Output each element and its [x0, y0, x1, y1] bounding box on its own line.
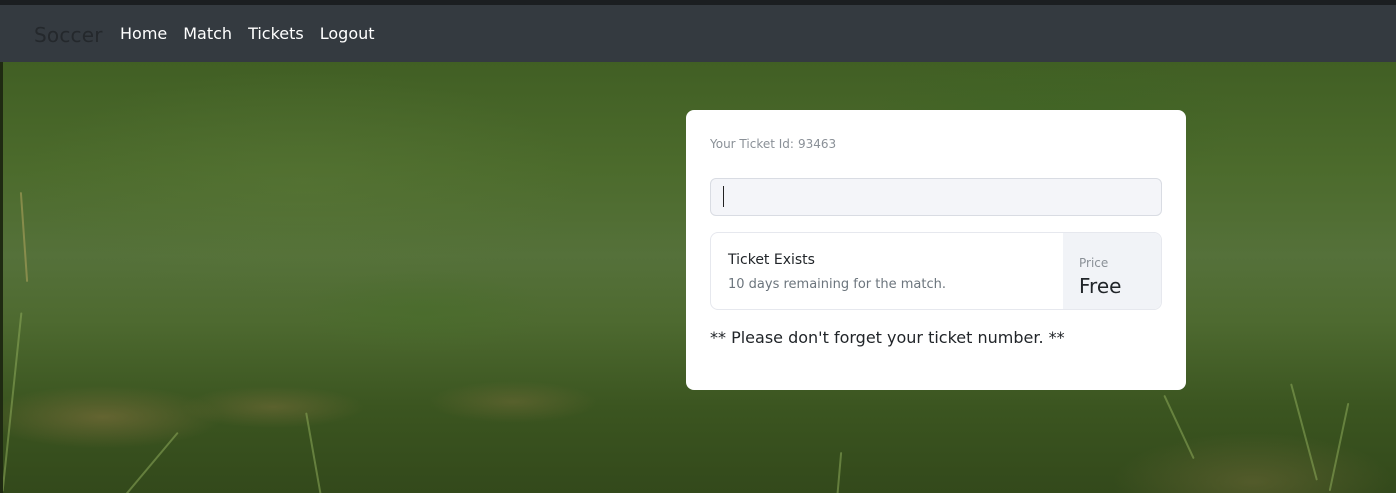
- grass-blade: [3, 312, 23, 492]
- nav-link-home[interactable]: Home: [120, 24, 167, 43]
- nav-link-logout[interactable]: Logout: [320, 24, 375, 43]
- ticket-number-input[interactable]: [710, 178, 1162, 216]
- grass-blade: [1163, 394, 1195, 460]
- price-value: Free: [1079, 274, 1122, 298]
- grass-blade: [1290, 383, 1318, 481]
- nav-link-tickets[interactable]: Tickets: [248, 24, 304, 43]
- grass-blade: [305, 412, 323, 493]
- price-panel: Price Free: [1063, 233, 1161, 309]
- ticket-reminder-note: ** Please don't forget your ticket numbe…: [710, 328, 1065, 347]
- status-subtitle: 10 days remaining for the match.: [728, 277, 946, 292]
- ticket-id-label: Your Ticket Id:: [710, 137, 794, 151]
- price-label: Price: [1079, 256, 1109, 270]
- nav-link-match[interactable]: Match: [183, 24, 232, 43]
- status-title: Ticket Exists: [728, 252, 815, 268]
- grass-blade: [1328, 402, 1350, 492]
- ticket-id-value: 93463: [797, 137, 837, 151]
- ticket-id-line: Your Ticket Id: 93463: [710, 137, 836, 151]
- grass-blade: [119, 431, 179, 493]
- text-caret: [723, 186, 724, 207]
- ticket-card: Your Ticket Id: 93463 Ticket Exists 10 da…: [686, 110, 1186, 390]
- nav-links: Home Match Tickets Logout: [120, 24, 391, 43]
- navbar: Soccer Home Match Tickets Logout: [0, 5, 1396, 62]
- grass-blade: [835, 452, 843, 493]
- navbar-brand[interactable]: Soccer: [34, 23, 103, 47]
- grass-blade: [19, 192, 29, 282]
- ticket-status-box: Ticket Exists 10 days remaining for the …: [710, 232, 1162, 310]
